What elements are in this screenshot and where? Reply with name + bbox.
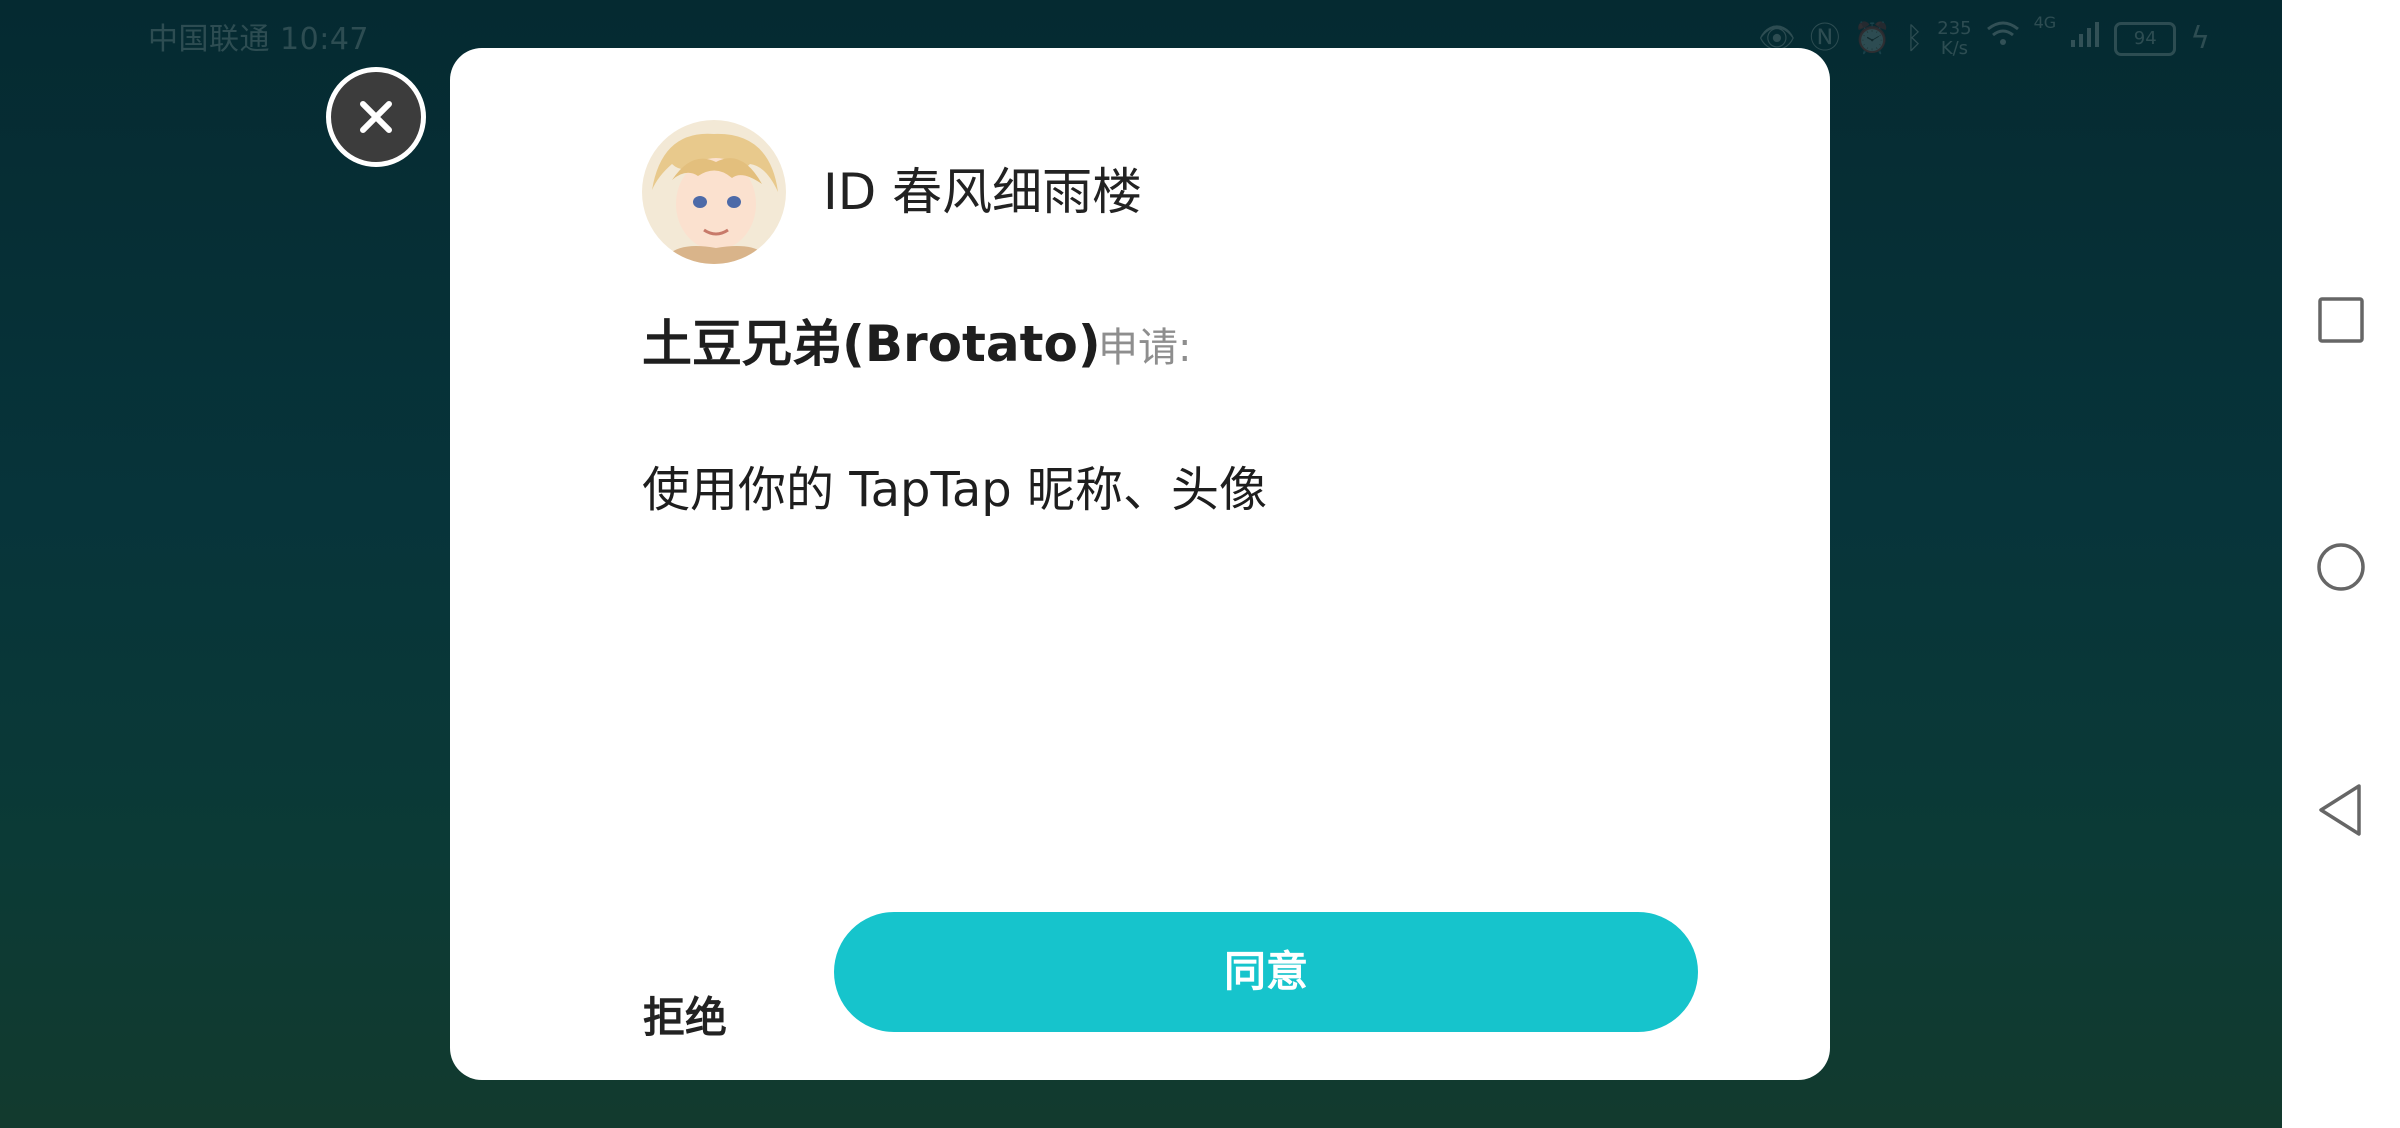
recents-button[interactable] xyxy=(2311,290,2371,350)
back-button[interactable] xyxy=(2311,780,2371,840)
authorization-dialog: ID 春风细雨楼 土豆兄弟(Brotato) 申请: 使用你的 TapTap 昵… xyxy=(450,48,1830,1080)
wifi-icon xyxy=(1986,19,2020,59)
game-background: 中国联通 10:47 👁 Ⓝ ⏰ ᛒ 235 K/s 4G 94 ϟ ID 春风… xyxy=(0,0,2282,1128)
user-id: ID 春风细雨楼 xyxy=(823,163,1143,221)
battery-icon: 94 xyxy=(2114,22,2177,56)
back-triangle-icon xyxy=(2319,784,2361,836)
permission-text: 使用你的 TapTap 昵称、头像 xyxy=(642,462,1268,518)
navigation-bar xyxy=(2282,0,2400,1128)
alarm-icon: ⏰ xyxy=(1853,21,1892,56)
bluetooth-icon: ᛒ xyxy=(1905,21,1924,56)
close-button[interactable] xyxy=(326,67,426,167)
signal-icon xyxy=(2070,19,2100,59)
home-button[interactable] xyxy=(2311,537,2371,597)
network-speed: 235 K/s xyxy=(1937,18,1972,59)
recents-square-icon xyxy=(2318,297,2364,343)
status-icons: 👁 Ⓝ ⏰ ᛒ 235 K/s 4G 94 ϟ xyxy=(1758,14,2210,64)
avatar xyxy=(642,120,786,264)
close-icon xyxy=(360,101,392,133)
apply-label: 申请: xyxy=(1098,325,1192,371)
carrier-time: 中国联通 10:47 xyxy=(148,22,369,57)
reject-button[interactable]: 拒绝 xyxy=(630,978,740,1058)
app-name: 土豆兄弟(Brotato) xyxy=(642,315,1101,373)
charging-icon: ϟ xyxy=(2190,21,2210,56)
agree-button[interactable]: 同意 xyxy=(834,912,1698,1032)
network-type: 4G xyxy=(2033,13,2057,32)
home-circle-icon xyxy=(2317,543,2365,591)
screen: 中国联通 10:47 👁 Ⓝ ⏰ ᛒ 235 K/s 4G 94 ϟ ID 春风… xyxy=(0,0,2400,1128)
